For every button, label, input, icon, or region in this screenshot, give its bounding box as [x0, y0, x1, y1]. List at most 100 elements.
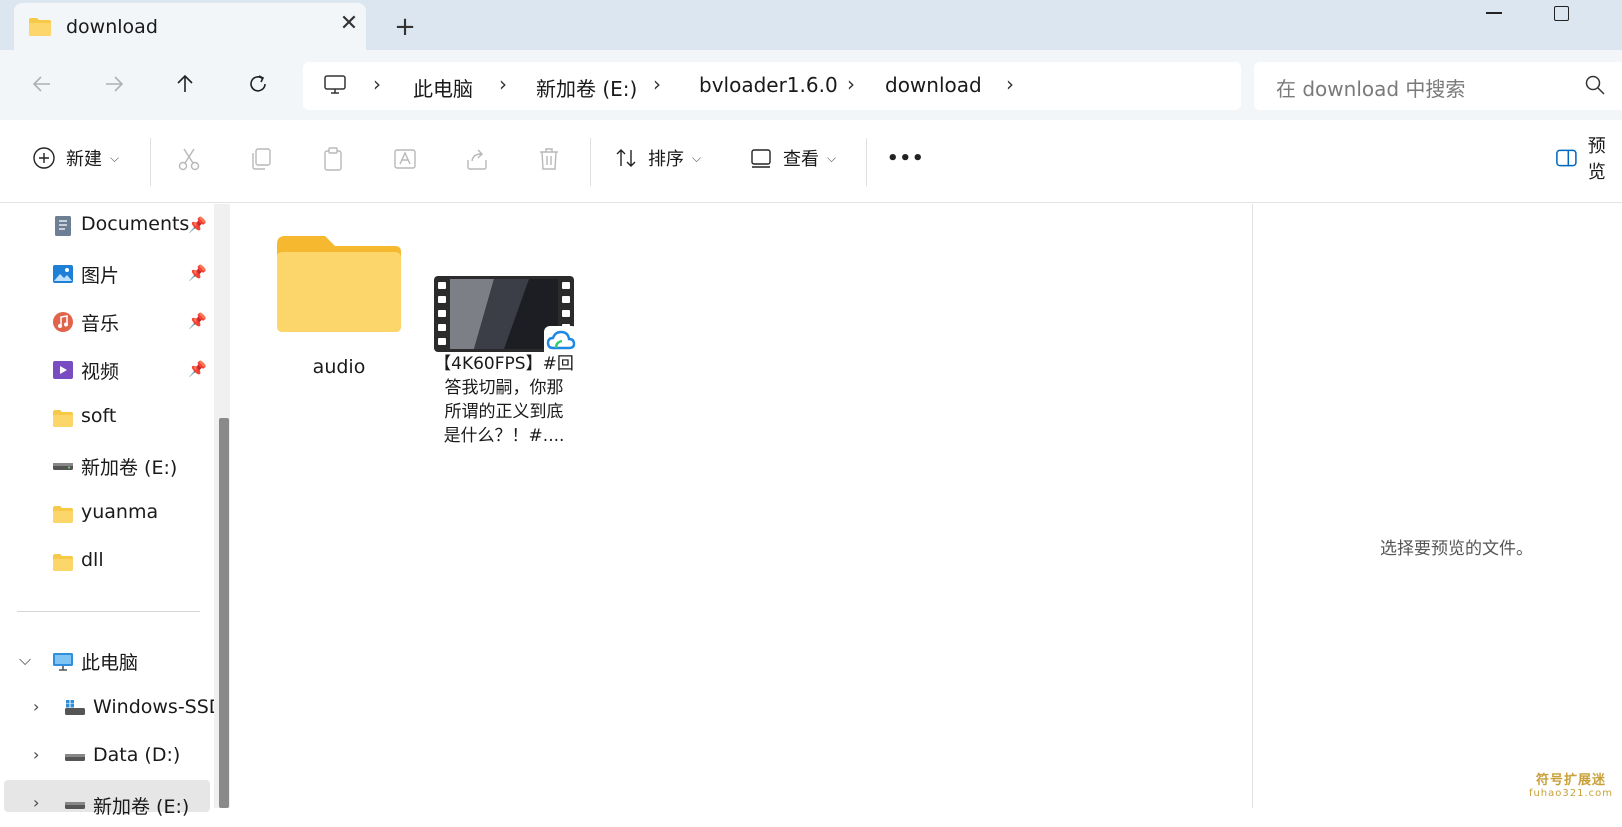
- chevron-down-icon[interactable]: ⌵: [19, 650, 31, 670]
- rename-icon[interactable]: [392, 146, 418, 172]
- preview-empty-text: 选择要预览的文件。: [1380, 539, 1533, 559]
- more-options-button[interactable]: •••: [887, 136, 925, 180]
- toolbar-divider: [590, 138, 591, 186]
- pin-icon[interactable]: 📌: [188, 360, 207, 378]
- sidebar-item-documents[interactable]: Documents 📌: [0, 204, 212, 248]
- more-icon: •••: [887, 147, 925, 169]
- sidebar-item-dll[interactable]: dll: [0, 540, 212, 584]
- paste-icon[interactable]: [320, 146, 346, 172]
- title-bar: download ✕ +: [0, 0, 1622, 50]
- new-button[interactable]: 新建 ⌵: [32, 136, 119, 180]
- back-button[interactable]: [24, 66, 60, 102]
- breadcrumb-this-pc[interactable]: 此电脑: [413, 73, 473, 102]
- arrow-up-icon: [177, 74, 193, 92]
- tab-download[interactable]: download ✕: [14, 3, 366, 50]
- preview-pane-label: 预览: [1587, 136, 1606, 183]
- sidebar-item-this-pc[interactable]: ⌵ 此电脑: [0, 639, 212, 683]
- minimize-button[interactable]: [1482, 0, 1512, 26]
- folder-icon: [53, 506, 73, 523]
- breadcrumb-drive-e[interactable]: 新加卷 (E:): [536, 73, 637, 102]
- up-button[interactable]: [167, 66, 203, 102]
- folder-icon: [28, 17, 52, 41]
- sidebar-item-label: soft: [81, 405, 117, 427]
- pictures-icon: [53, 265, 73, 283]
- sidebar-item-data-d[interactable]: › Data (D:): [0, 735, 212, 779]
- refresh-button[interactable]: [240, 66, 276, 102]
- chevron-right-icon[interactable]: ›: [653, 72, 661, 96]
- sidebar-item-windows-ssd[interactable]: › Windows-SSD: [0, 687, 223, 731]
- arrow-right-icon: [106, 76, 124, 92]
- sidebar-item-drive-e[interactable]: 新加卷 (E:): [0, 444, 212, 488]
- file-name-line: 答我切嗣，你那: [444, 378, 564, 398]
- chevron-down-icon: ⌵: [692, 150, 702, 165]
- chevron-right-icon[interactable]: ›: [373, 72, 381, 96]
- file-name-line: 所谓的正义到底: [444, 402, 564, 422]
- computer-icon: [323, 74, 347, 100]
- file-item-video[interactable]: 【4K60FPS】#回 答我切嗣，你那 所谓的正义到底 是什么？！#....: [419, 270, 578, 460]
- video-icon: [53, 361, 73, 379]
- sort-icon: [616, 149, 636, 167]
- new-button-label: 新建: [66, 149, 102, 170]
- pin-icon[interactable]: 📌: [188, 216, 207, 234]
- sidebar-item-music[interactable]: 音乐 📌: [0, 300, 212, 344]
- minimize-icon: [1486, 12, 1502, 14]
- chevron-right-icon[interactable]: ›: [847, 72, 855, 96]
- address-bar[interactable]: › 此电脑 › 新加卷 (E:) › bvloader1.6.0 › downl…: [303, 62, 1241, 110]
- chevron-right-icon[interactable]: ›: [33, 697, 39, 716]
- maximize-icon: [1554, 6, 1569, 21]
- pin-icon[interactable]: 📌: [188, 312, 207, 330]
- forward-button[interactable]: [96, 66, 132, 102]
- preview-pane-button[interactable]: 预览: [1555, 136, 1622, 183]
- sidebar-item-label: 新加卷 (E:): [93, 796, 190, 818]
- search-input[interactable]: 在 download 中搜索: [1254, 62, 1622, 110]
- sidebar-item-videos[interactable]: 视频 📌: [0, 348, 212, 392]
- sort-button-label: 排序: [648, 149, 684, 170]
- sidebar-item-label: 图片: [81, 265, 120, 287]
- sidebar-item-label: Documents: [81, 213, 190, 235]
- breadcrumb-download[interactable]: download: [885, 73, 982, 97]
- sidebar-item-soft[interactable]: soft: [0, 396, 212, 440]
- arrow-left-icon: [32, 76, 50, 92]
- sidebar-item-label: 视频: [81, 361, 120, 383]
- view-button[interactable]: 查看 ⌵: [749, 136, 836, 180]
- music-icon: [53, 312, 73, 332]
- sidebar-item-label: Windows-SSD: [93, 696, 224, 718]
- sidebar-item-label: yuanma: [81, 501, 159, 523]
- drive-icon: [65, 802, 85, 809]
- chevron-right-icon[interactable]: ›: [33, 745, 39, 764]
- breadcrumb-bvloader[interactable]: bvloader1.6.0: [699, 73, 838, 97]
- file-name-line: 是什么？！#....: [443, 426, 565, 446]
- toolbar-divider: [150, 138, 151, 186]
- chevron-right-icon[interactable]: ›: [1006, 72, 1014, 96]
- maximize-button[interactable]: [1550, 2, 1570, 22]
- chevron-right-icon[interactable]: ›: [33, 793, 39, 812]
- sidebar-item-drive-e-tree[interactable]: › 新加卷 (E:): [0, 783, 212, 827]
- pin-icon[interactable]: 📌: [188, 264, 207, 282]
- chevron-down-icon: ⌵: [827, 150, 837, 165]
- watermark-text: 符号扩展迷: [1535, 773, 1606, 788]
- plus-circle-icon: [33, 147, 55, 169]
- navigation-pane: Documents 📌 图片 📌 音乐 📌 视频 📌 soft 新加卷 (E:)…: [0, 204, 232, 818]
- computer-icon: [53, 653, 73, 671]
- preview-pane-icon: [1556, 149, 1577, 167]
- close-tab-button[interactable]: ✕: [334, 9, 364, 39]
- chevron-right-icon[interactable]: ›: [499, 72, 507, 96]
- preview-pane: 选择要预览的文件。: [1252, 204, 1622, 808]
- sort-button[interactable]: 排序 ⌵: [614, 136, 701, 180]
- share-icon[interactable]: [464, 146, 490, 172]
- sidebar-scrollbar-thumb[interactable]: [219, 418, 229, 808]
- file-item-audio[interactable]: audio: [275, 234, 403, 404]
- sidebar-item-label: Data (D:): [93, 744, 181, 766]
- copy-icon[interactable]: [248, 146, 274, 172]
- view-button-label: 查看: [783, 149, 819, 170]
- file-name-line: 【4K60FPS】#回: [434, 354, 574, 374]
- file-name: audio: [312, 356, 366, 378]
- sidebar-item-pictures[interactable]: 图片 📌: [0, 252, 212, 296]
- cut-icon[interactable]: [176, 146, 202, 172]
- sidebar-item-yuanma[interactable]: yuanma: [0, 492, 212, 536]
- refresh-icon: [250, 75, 266, 92]
- new-tab-button[interactable]: +: [388, 10, 422, 44]
- windows-drive-icon: [65, 700, 85, 715]
- sidebar-item-label: 此电脑: [81, 652, 139, 674]
- delete-icon[interactable]: [536, 146, 562, 172]
